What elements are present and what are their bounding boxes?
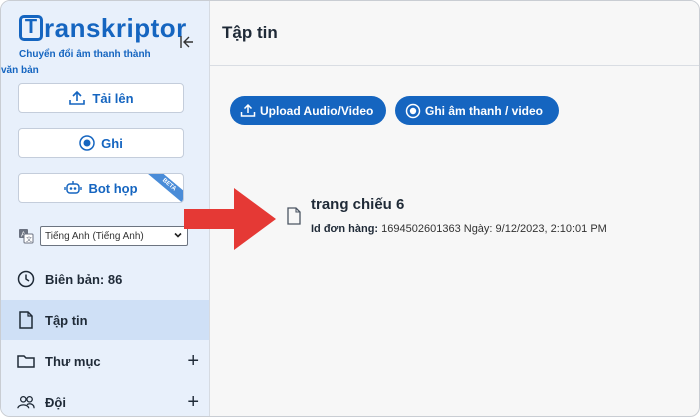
- meeting-bot-button[interactable]: Bot họp BETA: [18, 173, 184, 203]
- chevron-down-icon: [173, 230, 183, 242]
- clock-icon: [17, 270, 35, 288]
- record-button[interactable]: Ghi: [18, 128, 184, 158]
- language-selector: A文 Tiếng Anh (Tiếng Anh): [18, 226, 188, 246]
- tagline: Chuyển đổi âm thanh thành văn bản: [1, 47, 169, 76]
- translate-icon: A文: [18, 228, 34, 244]
- language-select[interactable]: Tiếng Anh (Tiếng Anh): [40, 226, 188, 246]
- sidebar: T ranskriptor Chuyển đổi âm thanh thành …: [1, 1, 209, 416]
- upload-icon: [240, 103, 256, 118]
- logo-mark: T: [19, 15, 43, 41]
- file-date: Ngày: 9/12/2023, 2:10:01 PM: [463, 223, 607, 235]
- record-button-label: Ghi: [101, 135, 123, 151]
- svg-text:文: 文: [26, 236, 32, 244]
- page-header: Tập tin: [210, 1, 699, 66]
- red-arrow-annotation: [184, 188, 276, 255]
- nav-label: Đội: [45, 394, 66, 410]
- upload-audio-video-label: Upload Audio/Video: [260, 103, 374, 118]
- order-id-value: 1694502601363: [381, 223, 461, 235]
- tagline-line1: Chuyển đổi âm thanh thành: [19, 49, 151, 60]
- meeting-bot-label: Bot họp: [88, 180, 138, 196]
- language-value: Tiếng Anh (Tiếng Anh): [45, 230, 144, 242]
- nav-item-transcripts[interactable]: Biên bản: 86: [1, 259, 209, 299]
- nav-item-files[interactable]: Tập tin: [1, 300, 209, 340]
- tagline-line2: văn bản: [1, 65, 39, 76]
- record-audio-video-label: Ghi âm thanh / video: [425, 103, 544, 118]
- add-folder-icon[interactable]: +: [187, 350, 199, 373]
- beta-badge: BETA: [145, 174, 183, 202]
- team-icon: [17, 393, 35, 411]
- file-meta: Id đơn hàng: 1694502601363 Ngày: 9/12/20…: [311, 223, 607, 235]
- bot-icon: [64, 180, 83, 196]
- nav-item-team[interactable]: Đội +: [1, 382, 209, 416]
- file-icon: [17, 311, 35, 329]
- nav-item-folders[interactable]: Thư mục +: [1, 341, 209, 381]
- upload-button-label: Tải lên: [92, 90, 134, 106]
- nav-label: Biên bản: 86: [45, 271, 123, 287]
- folder-icon: [17, 352, 35, 370]
- upload-audio-video-button[interactable]: Upload Audio/Video: [230, 96, 386, 125]
- record-audio-video-button[interactable]: Ghi âm thanh / video: [395, 96, 559, 125]
- upload-button[interactable]: Tải lên: [18, 83, 184, 113]
- logo[interactable]: T ranskriptor: [19, 13, 187, 43]
- upload-icon: [68, 90, 86, 106]
- file-icon: [287, 207, 301, 230]
- record-icon: [79, 135, 95, 151]
- nav-label: Tập tin: [45, 312, 88, 328]
- nav-label: Thư mục: [45, 353, 101, 369]
- file-name[interactable]: trang chiếu 6: [311, 196, 404, 213]
- record-icon: [405, 103, 421, 119]
- page-title: Tập tin: [222, 23, 278, 42]
- collapse-left-icon[interactable]: [179, 34, 195, 54]
- app-window: T ranskriptor Chuyển đổi âm thanh thành …: [0, 0, 700, 417]
- order-id-label: Id đơn hàng:: [311, 223, 379, 235]
- logo-text: ranskriptor: [44, 13, 187, 43]
- add-team-icon[interactable]: +: [187, 391, 199, 414]
